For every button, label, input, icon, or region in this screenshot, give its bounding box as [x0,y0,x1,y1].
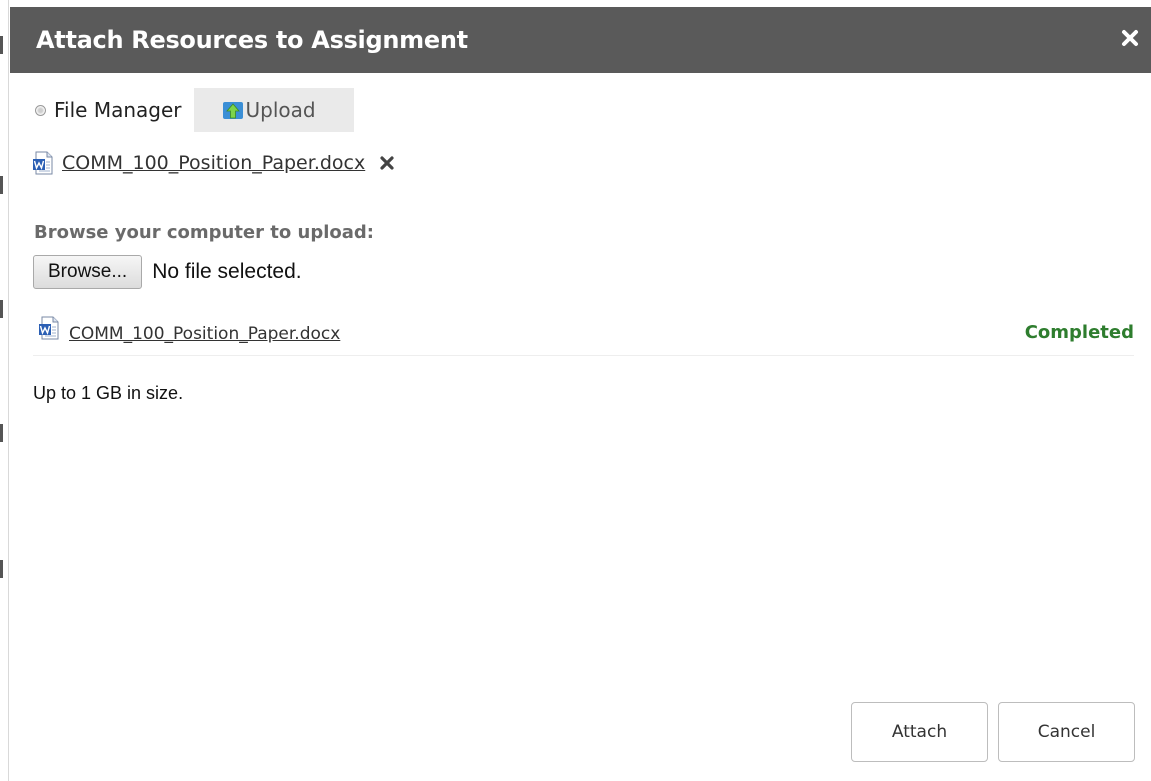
remove-x-icon[interactable] [379,155,395,171]
upload-queue-item: COMM_100_Position_Paper.docx Completed [33,316,1134,356]
dialog-titlebar: Attach Resources to Assignment [10,7,1151,73]
background-edge-mark [0,300,3,318]
close-x-icon[interactable] [1119,27,1141,49]
background-edge-mark [0,176,3,194]
file-input-status: No file selected. [152,260,302,283]
background-edge-mark [0,424,3,442]
background-edge-mark [0,560,3,578]
attached-file-link[interactable]: COMM_100_Position_Paper.docx [62,152,365,174]
file-manager-radio[interactable] [35,104,46,116]
attach-button[interactable]: Attach [851,702,988,762]
dialog-title: Attach Resources to Assignment [36,26,468,54]
attach-resources-dialog: Attach Resources to Assignment File Mana… [0,0,1151,781]
upload-queue-file-link[interactable]: COMM_100_Position_Paper.docx [69,324,340,344]
word-document-icon [33,151,53,175]
upload-tab[interactable]: Upload [193,88,354,132]
browse-label: Browse your computer to upload: [34,222,374,243]
source-selector: File Manager Upload [35,88,354,132]
browse-button[interactable]: Browse... [33,255,143,289]
background-page-edge [0,0,9,781]
attached-file-row: COMM_100_Position_Paper.docx [32,150,395,176]
word-document-icon [39,316,59,340]
file-manager-label[interactable]: File Manager [54,98,182,122]
upload-arrow-icon [222,102,243,119]
file-input: Browse... No file selected. [33,255,302,289]
cancel-button[interactable]: Cancel [998,702,1135,762]
upload-tab-label: Upload [245,98,316,122]
upload-status-badge: Completed [1024,322,1134,343]
background-edge-mark [0,36,3,54]
size-limit-note: Up to 1 GB in size. [33,383,184,403]
